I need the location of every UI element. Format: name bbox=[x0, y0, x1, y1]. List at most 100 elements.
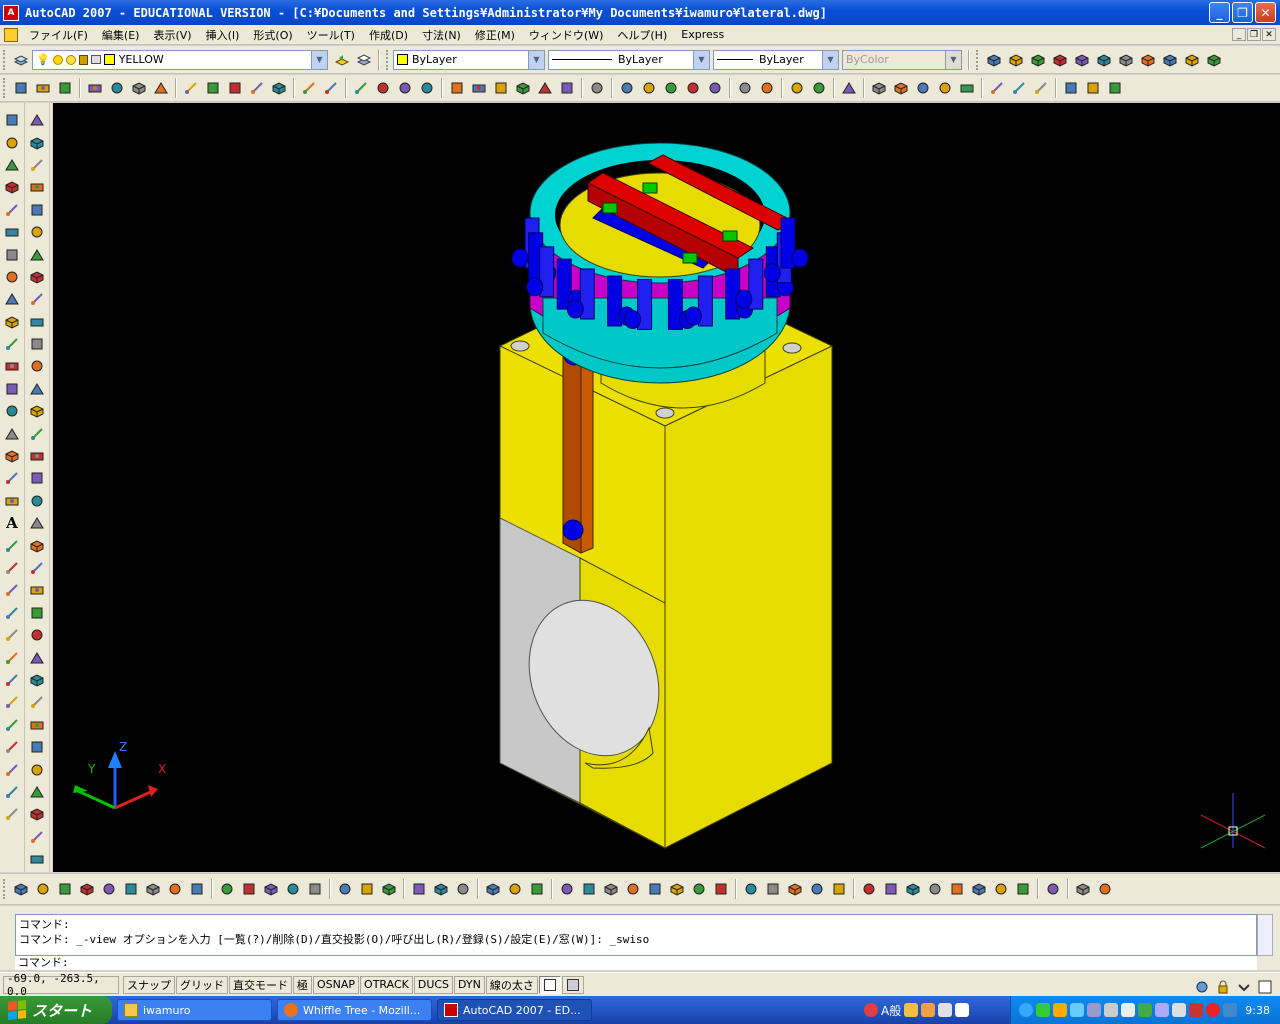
help-icon[interactable] bbox=[586, 77, 608, 99]
chevron-down-icon[interactable]: ▼ bbox=[311, 50, 327, 69]
open-icon[interactable] bbox=[32, 77, 54, 99]
extrude-faces-icon[interactable] bbox=[556, 878, 578, 900]
ellipse-arc-icon[interactable] bbox=[1, 333, 23, 355]
color-dropdown[interactable]: ByLayer ▼ bbox=[393, 49, 545, 70]
snap-toggle[interactable]: スナップ bbox=[123, 975, 175, 994]
zoom-previous-icon[interactable] bbox=[416, 77, 438, 99]
model-space-toggle[interactable] bbox=[538, 975, 561, 994]
ellipse-icon[interactable] bbox=[1, 311, 23, 333]
dim-radius-icon[interactable] bbox=[1, 624, 23, 646]
menu-insert[interactable]: 挿入(I) bbox=[199, 27, 247, 43]
menu-window[interactable]: ウィンドウ(W) bbox=[522, 27, 610, 43]
zoom-previous-2-icon[interactable] bbox=[638, 77, 660, 99]
clean-icon[interactable] bbox=[762, 878, 784, 900]
status-menu-icon[interactable] bbox=[1235, 976, 1253, 998]
offset-faces-icon[interactable] bbox=[600, 878, 622, 900]
shell-icon[interactable] bbox=[806, 878, 828, 900]
union-2-icon[interactable] bbox=[482, 878, 504, 900]
presspull-icon[interactable] bbox=[238, 878, 260, 900]
osnap-settings-icon[interactable] bbox=[26, 490, 48, 512]
mtext-icon[interactable]: A bbox=[1, 512, 23, 534]
match-properties-icon[interactable] bbox=[246, 77, 268, 99]
network-icon[interactable] bbox=[1019, 1003, 1033, 1017]
insert-block-icon[interactable] bbox=[1, 355, 23, 377]
maximize-button[interactable]: ❐ bbox=[1232, 2, 1253, 23]
front-view-icon[interactable] bbox=[1093, 49, 1115, 71]
lineweight-toggle[interactable]: 線の太さ bbox=[485, 975, 538, 994]
toolbar-grip[interactable] bbox=[3, 49, 7, 70]
pyramid-icon[interactable] bbox=[142, 878, 164, 900]
taper-faces-icon[interactable] bbox=[666, 878, 688, 900]
document-icon[interactable] bbox=[4, 27, 18, 42]
box-solid-icon[interactable] bbox=[32, 878, 54, 900]
fly-icon[interactable] bbox=[1094, 878, 1116, 900]
polygon-icon[interactable] bbox=[1, 176, 23, 198]
erase-icon[interactable] bbox=[26, 512, 48, 534]
start-button[interactable]: スタート bbox=[0, 996, 112, 1024]
dim-jogged-icon[interactable] bbox=[1, 646, 23, 668]
hatch-icon[interactable] bbox=[1, 422, 23, 444]
break-point-icon[interactable] bbox=[26, 758, 48, 780]
tray-app-icon[interactable] bbox=[1189, 1003, 1203, 1017]
tray-app-icon[interactable] bbox=[1155, 1003, 1169, 1017]
make-current-layer-icon[interactable] bbox=[331, 49, 353, 71]
chevron-down-icon[interactable]: ▼ bbox=[693, 50, 709, 69]
revolve-icon[interactable] bbox=[282, 878, 304, 900]
quick-leader-icon[interactable] bbox=[1, 781, 23, 803]
dim-linear-icon[interactable] bbox=[1060, 77, 1082, 99]
continuous-orbit-icon[interactable] bbox=[1030, 77, 1052, 99]
ime-dict-icon[interactable] bbox=[938, 1003, 953, 1017]
move-faces-icon[interactable] bbox=[578, 878, 600, 900]
tolerance-icon[interactable] bbox=[1, 803, 23, 825]
quick-dim-icon[interactable] bbox=[1, 714, 23, 736]
tray-app-icon[interactable] bbox=[1223, 1003, 1237, 1017]
zoom-window-2-icon[interactable] bbox=[660, 77, 682, 99]
render-window-icon[interactable] bbox=[1012, 878, 1034, 900]
line-tool-icon[interactable] bbox=[26, 154, 48, 176]
left-view-icon[interactable] bbox=[1049, 49, 1071, 71]
grid-toggle[interactable]: グリッド bbox=[176, 975, 228, 994]
right-view-icon[interactable] bbox=[1071, 49, 1093, 71]
dim-aligned-icon[interactable] bbox=[1082, 77, 1104, 99]
snap-perpendicular-icon[interactable] bbox=[26, 355, 48, 377]
region-icon[interactable] bbox=[1, 467, 23, 489]
ne-iso-view-icon[interactable] bbox=[1181, 49, 1203, 71]
properties-icon[interactable] bbox=[446, 77, 468, 99]
point-icon[interactable] bbox=[1, 400, 23, 422]
revision-cloud-icon[interactable] bbox=[1, 266, 23, 288]
gradient-icon[interactable] bbox=[1, 445, 23, 467]
stretch-icon[interactable] bbox=[26, 691, 48, 713]
layer-previous-icon[interactable] bbox=[353, 49, 375, 71]
lock-icon[interactable] bbox=[1214, 976, 1232, 998]
sheet-set-icon[interactable] bbox=[512, 77, 534, 99]
se-iso-view-icon[interactable] bbox=[1159, 49, 1181, 71]
otrack-toggle[interactable]: OTRACK bbox=[360, 975, 413, 994]
ime-mode[interactable]: A般 bbox=[881, 1002, 901, 1019]
planar-surface-icon[interactable] bbox=[186, 878, 208, 900]
offset-object-icon[interactable] bbox=[26, 579, 48, 601]
zoom-dynamic-icon[interactable] bbox=[682, 77, 704, 99]
render-preset-icon[interactable] bbox=[968, 878, 990, 900]
cylinder-icon[interactable] bbox=[120, 878, 142, 900]
snap-midpoint-icon[interactable] bbox=[26, 311, 48, 333]
polar-toggle[interactable]: 極 bbox=[293, 975, 312, 994]
dim-aligned-v-icon[interactable] bbox=[1, 557, 23, 579]
tray-app-icon[interactable] bbox=[1138, 1003, 1152, 1017]
break-icon[interactable] bbox=[26, 243, 48, 265]
spline-icon[interactable] bbox=[1, 288, 23, 310]
separate-icon[interactable] bbox=[784, 878, 806, 900]
box-icon[interactable] bbox=[868, 77, 890, 99]
menu-modify[interactable]: 修正(M) bbox=[468, 27, 522, 43]
menu-express[interactable]: Express bbox=[674, 28, 731, 41]
loft-icon[interactable] bbox=[304, 878, 326, 900]
snap-center-icon[interactable] bbox=[26, 333, 48, 355]
lineweight-dropdown[interactable]: ByLayer ▼ bbox=[713, 49, 839, 70]
tray-app-icon[interactable] bbox=[1104, 1003, 1118, 1017]
doc-minimize-button[interactable]: _ bbox=[1232, 28, 1246, 41]
paste-icon[interactable] bbox=[224, 77, 246, 99]
array-icon[interactable] bbox=[26, 602, 48, 624]
bottom-view-icon[interactable] bbox=[1027, 49, 1049, 71]
markup-icon[interactable] bbox=[534, 77, 556, 99]
tray-app-icon[interactable] bbox=[1121, 1003, 1135, 1017]
doc-restore-button[interactable]: ❐ bbox=[1247, 28, 1261, 41]
